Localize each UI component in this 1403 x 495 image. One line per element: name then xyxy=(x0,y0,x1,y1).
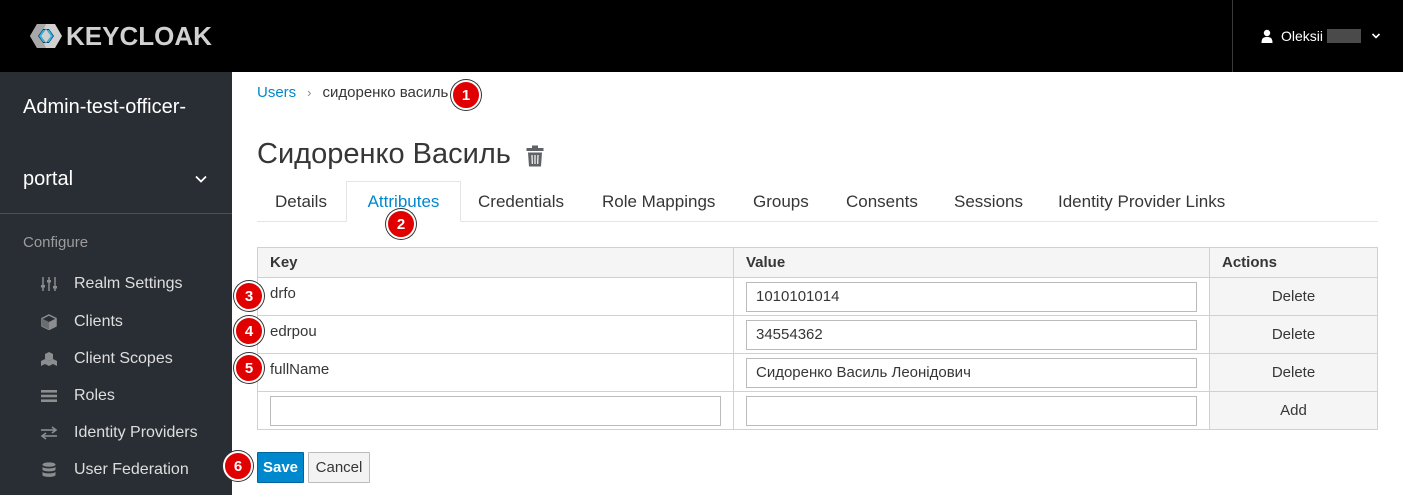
sidebar-item-label: User Federation xyxy=(74,461,189,478)
sidebar-item-label: Identity Providers xyxy=(74,424,198,441)
cancel-button[interactable]: Cancel xyxy=(308,452,370,483)
list-icon xyxy=(41,390,57,402)
user-icon xyxy=(1261,29,1273,43)
sidebar-item-clients[interactable]: Clients xyxy=(0,305,232,339)
sidebar-item-label: Clients xyxy=(74,313,123,330)
breadcrumb-users-link[interactable]: Users xyxy=(257,84,296,101)
tab-details[interactable]: Details xyxy=(275,181,327,222)
attribute-value-input[interactable]: Сидоренко Василь Леонідович xyxy=(746,357,1197,388)
column-header-key: Key xyxy=(257,247,734,278)
breadcrumb: Users › сидоренко василь xyxy=(257,84,448,101)
cube-icon xyxy=(41,314,57,330)
trash-icon[interactable] xyxy=(526,145,544,167)
add-button[interactable]: Add xyxy=(1209,391,1378,430)
tab-credentials[interactable]: Credentials xyxy=(478,181,564,222)
column-header-value: Value xyxy=(733,247,1210,278)
sidebar-item-label: Realm Settings xyxy=(74,275,183,292)
tab-consents[interactable]: Consents xyxy=(846,181,918,222)
sidebar-item-client-scopes[interactable]: Client Scopes xyxy=(0,342,232,376)
sidebar-item-label: Roles xyxy=(74,387,115,404)
user-tabs: Details Attributes Credentials Role Mapp… xyxy=(257,181,1378,222)
breadcrumb-separator-icon: › xyxy=(307,85,312,100)
keycloak-logo[interactable]: KEYCLOAK xyxy=(24,20,212,52)
delete-button[interactable]: Delete xyxy=(1209,277,1378,316)
attribute-value-input[interactable]: 1010101014 xyxy=(746,281,1197,312)
exchange-icon xyxy=(40,426,58,440)
sidebar-item-identity-providers[interactable]: Identity Providers xyxy=(0,416,232,450)
sidebar: Admin-test-officer- portal Configure Rea… xyxy=(0,72,232,495)
callout-badge-2: 2 xyxy=(386,209,416,239)
attributes-table: Key Value Actions drfo 1010101014 Delete… xyxy=(257,247,1378,430)
callout-badge-5: 5 xyxy=(234,353,264,383)
new-key-input[interactable] xyxy=(270,395,721,426)
callout-badge-3: 3 xyxy=(234,281,264,311)
sidebar-item-user-federation[interactable]: User Federation xyxy=(0,453,232,487)
table-row-new: Add xyxy=(257,391,1378,430)
attribute-key: edrpou xyxy=(257,315,734,354)
page-title: Сидоренко Василь xyxy=(257,138,511,170)
table-row: fullName Сидоренко Василь Леонідович Del… xyxy=(257,353,1378,392)
save-button[interactable]: Save xyxy=(257,452,304,483)
user-menu[interactable]: Oleksii xyxy=(1232,0,1403,72)
tab-role-mappings[interactable]: Role Mappings xyxy=(602,181,715,222)
realm-name-line1: Admin-test-officer- xyxy=(23,96,187,118)
sidebar-item-label: Client Scopes xyxy=(74,350,173,367)
cubes-icon xyxy=(41,352,57,366)
logo-text: KEYCLOAK xyxy=(66,20,212,51)
chevron-down-icon xyxy=(195,175,207,183)
database-icon xyxy=(42,462,56,477)
breadcrumb-current: сидоренко василь xyxy=(322,84,449,101)
realm-selector[interactable]: Admin-test-officer- portal xyxy=(0,72,232,214)
sidebar-item-realm-settings[interactable]: Realm Settings xyxy=(0,267,232,301)
user-name: Oleksii xyxy=(1281,28,1324,44)
realm-name-line2: portal xyxy=(23,168,74,190)
attribute-key: fullName xyxy=(257,353,734,392)
attribute-key: drfo xyxy=(257,277,734,316)
delete-button[interactable]: Delete xyxy=(1209,315,1378,354)
delete-button[interactable]: Delete xyxy=(1209,353,1378,392)
attribute-value-input[interactable]: 34554362 xyxy=(746,319,1197,350)
callout-badge-1: 1 xyxy=(451,80,481,110)
table-row: edrpou 34554362 Delete xyxy=(257,315,1378,354)
chevron-down-icon xyxy=(1371,33,1381,39)
table-row: drfo 1010101014 Delete xyxy=(257,277,1378,316)
callout-badge-6: 6 xyxy=(223,451,253,481)
column-header-actions: Actions xyxy=(1209,247,1378,278)
tab-groups[interactable]: Groups xyxy=(753,181,809,222)
sidebar-section-configure: Configure xyxy=(23,234,89,251)
tab-identity-provider-links[interactable]: Identity Provider Links xyxy=(1058,181,1225,222)
keycloak-logo-icon xyxy=(30,24,62,48)
sliders-icon xyxy=(41,277,57,291)
tab-sessions[interactable]: Sessions xyxy=(954,181,1023,222)
sidebar-item-roles[interactable]: Roles xyxy=(0,379,232,413)
new-value-input[interactable] xyxy=(746,395,1197,426)
masthead: KEYCLOAK Oleksii xyxy=(0,0,1403,72)
callout-badge-4: 4 xyxy=(234,316,264,346)
redacted-surname xyxy=(1327,29,1362,43)
